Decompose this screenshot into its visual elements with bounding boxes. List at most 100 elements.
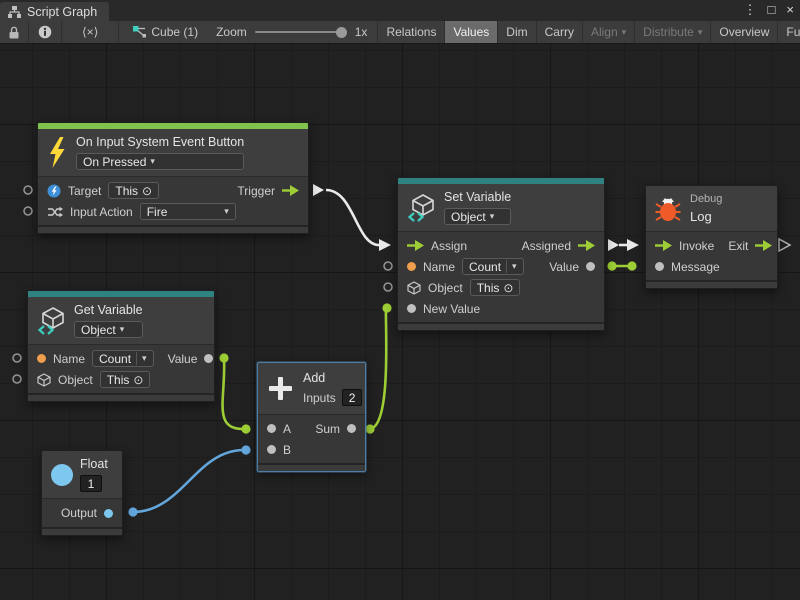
event-action-row: Input Action Fire ▾ — [38, 201, 308, 222]
setvar-value-port[interactable] — [607, 261, 616, 270]
setvar-name-label: Name — [423, 260, 455, 274]
setvar-name-dropdown[interactable]: Count ▾ — [462, 258, 524, 275]
tab-script-graph[interactable]: Script Graph — [0, 2, 109, 21]
add-b-port[interactable] — [241, 445, 250, 454]
add-sum-inner-port[interactable] — [347, 424, 356, 433]
wire-value-to-message — [607, 261, 636, 270]
flow-arrow-icon — [578, 240, 595, 251]
setvar-newvalue-port[interactable] — [382, 303, 391, 312]
debug-node-title: Log — [690, 209, 722, 224]
shuffle-icon — [47, 206, 63, 218]
node-debug-log[interactable]: Debug Log Invoke Exit — [645, 185, 778, 289]
graph-ref-icon — [133, 26, 147, 39]
getvar-name-dropdown[interactable]: Count ▾ — [92, 350, 154, 367]
info-button[interactable] — [29, 21, 62, 43]
float-output-port[interactable] — [128, 507, 137, 516]
carry-button[interactable]: Carry — [537, 21, 583, 43]
zoom-slider[interactable] — [255, 25, 347, 39]
getvar-object-chip[interactable]: This ⊙ — [100, 371, 151, 388]
dim-button[interactable]: Dim — [498, 21, 536, 43]
setvar-assigned-port[interactable] — [608, 239, 619, 251]
debug-invoke-row: Invoke Exit — [646, 235, 777, 256]
zoom-slider-track — [255, 31, 347, 33]
zoom-slider-handle[interactable] — [336, 27, 347, 38]
event-action-dropdown[interactable]: Fire ▾ — [140, 203, 236, 220]
node-on-input-system-event[interactable]: On Input System Event Button On Pressed … — [37, 122, 309, 234]
debug-node-header: Debug Log — [646, 186, 777, 232]
debug-message-inner-port[interactable] — [655, 262, 664, 271]
float-output-inner-port[interactable] — [104, 509, 113, 518]
distribute-dropdown[interactable]: Distribute ▾ — [635, 21, 711, 43]
add-b-inner-port[interactable] — [267, 445, 276, 454]
node-add[interactable]: Add Inputs 2 A Sum B — [257, 362, 366, 472]
getvar-name-port[interactable] — [37, 354, 46, 363]
add-b-row: B — [258, 439, 365, 460]
debug-exit-label: Exit — [728, 239, 748, 253]
values-button[interactable]: Values — [445, 21, 498, 43]
chevron-down-icon: ▾ — [490, 212, 495, 221]
maximize-icon[interactable]: □ — [768, 2, 776, 18]
graph-reference[interactable]: Cube (1) — [119, 21, 206, 43]
node-set-variable[interactable]: Set Variable Object ▾ Assign Assigned — [397, 177, 605, 331]
getvar-node-header: Get Variable Object ▾ — [28, 297, 214, 345]
getvar-object-label: Object — [58, 373, 93, 387]
getvar-kind-dropdown[interactable]: Object ▾ — [74, 321, 143, 338]
relations-button[interactable]: Relations — [377, 21, 445, 43]
event-target-row: Target This ⊙ Trigger — [38, 180, 308, 201]
add-a-inner-port[interactable] — [267, 424, 276, 433]
event-node-title: On Input System Event Button — [76, 135, 244, 150]
node-get-variable[interactable]: Get Variable Object ▾ Name Count ▾ — [27, 290, 215, 402]
add-inputs-count-field[interactable]: 2 — [342, 389, 363, 406]
chevron-down-icon: ▾ — [150, 157, 155, 166]
code-view-icon: ⟨×⟩ — [82, 25, 98, 39]
add-a-port[interactable] — [241, 424, 250, 433]
add-node-footer — [258, 463, 365, 471]
chevron-down-icon: ▾ — [622, 28, 627, 37]
event-left-ports[interactable] — [24, 186, 32, 215]
getvar-value-label: Value — [168, 352, 198, 366]
setvar-newvalue-inner-port[interactable] — [407, 304, 416, 313]
float-output-label: Output — [61, 506, 97, 520]
code-view-button[interactable]: ⟨×⟩ — [62, 21, 119, 43]
debug-node-body: Invoke Exit Message — [646, 232, 777, 280]
graph-canvas[interactable]: On Input System Event Button On Pressed … — [0, 44, 800, 600]
chevron-down-icon: ▾ — [224, 207, 229, 216]
lock-button[interactable] — [0, 21, 29, 43]
event-node-header: On Input System Event Button On Pressed … — [38, 129, 308, 177]
setvar-kind-dropdown[interactable]: Object ▾ — [444, 208, 511, 225]
add-node-title: Add — [303, 371, 362, 386]
kebab-menu-icon[interactable]: ⋮ — [744, 2, 757, 18]
setvar-newvalue-label: New Value — [423, 302, 480, 316]
setvar-object-chip[interactable]: This ⊙ — [470, 279, 521, 296]
getvar-value-port[interactable] — [219, 353, 228, 362]
align-dropdown[interactable]: Align ▾ — [583, 21, 635, 43]
setvar-node-footer — [398, 322, 604, 330]
float-node-footer — [42, 527, 122, 535]
close-icon[interactable]: × — [786, 2, 794, 18]
node-float[interactable]: Float 1 Output — [41, 450, 123, 536]
event-node-body: Target This ⊙ Trigger — [38, 177, 308, 225]
setvar-value-inner-port[interactable] — [586, 262, 595, 271]
float-value-field[interactable]: 1 — [80, 475, 102, 492]
chevron-down-icon: ▾ — [512, 262, 517, 271]
setvar-name-port[interactable] — [407, 262, 416, 271]
debug-exit-port[interactable] — [779, 239, 790, 251]
unity-script-graph-window: Script Graph ⋮ □ × ⟨×⟩ — [0, 0, 800, 600]
getvar-left-ports[interactable] — [13, 354, 21, 383]
getvar-node-body: Name Count ▾ Value Object — [28, 345, 214, 393]
event-mode-dropdown[interactable]: On Pressed ▾ — [76, 153, 244, 170]
overview-button[interactable]: Overview — [711, 21, 778, 43]
event-target-label: Target — [68, 184, 101, 198]
setvar-object-row: Object This ⊙ — [398, 277, 604, 298]
setvar-node-title: Set Variable — [444, 190, 511, 205]
debug-message-port[interactable] — [627, 261, 636, 270]
event-trigger-port[interactable] — [313, 184, 324, 196]
getvar-name-row: Name Count ▾ Value — [28, 348, 214, 369]
fullscreen-button[interactable]: Full Screen — [778, 21, 800, 43]
event-action-label: Input Action — [70, 205, 133, 219]
add-sum-port[interactable] — [365, 424, 374, 433]
add-a-label: A — [283, 422, 291, 436]
setvar-left-ports[interactable] — [384, 262, 392, 291]
getvar-value-inner-port[interactable] — [204, 354, 213, 363]
event-target-object-chip[interactable]: This ⊙ — [108, 182, 159, 199]
